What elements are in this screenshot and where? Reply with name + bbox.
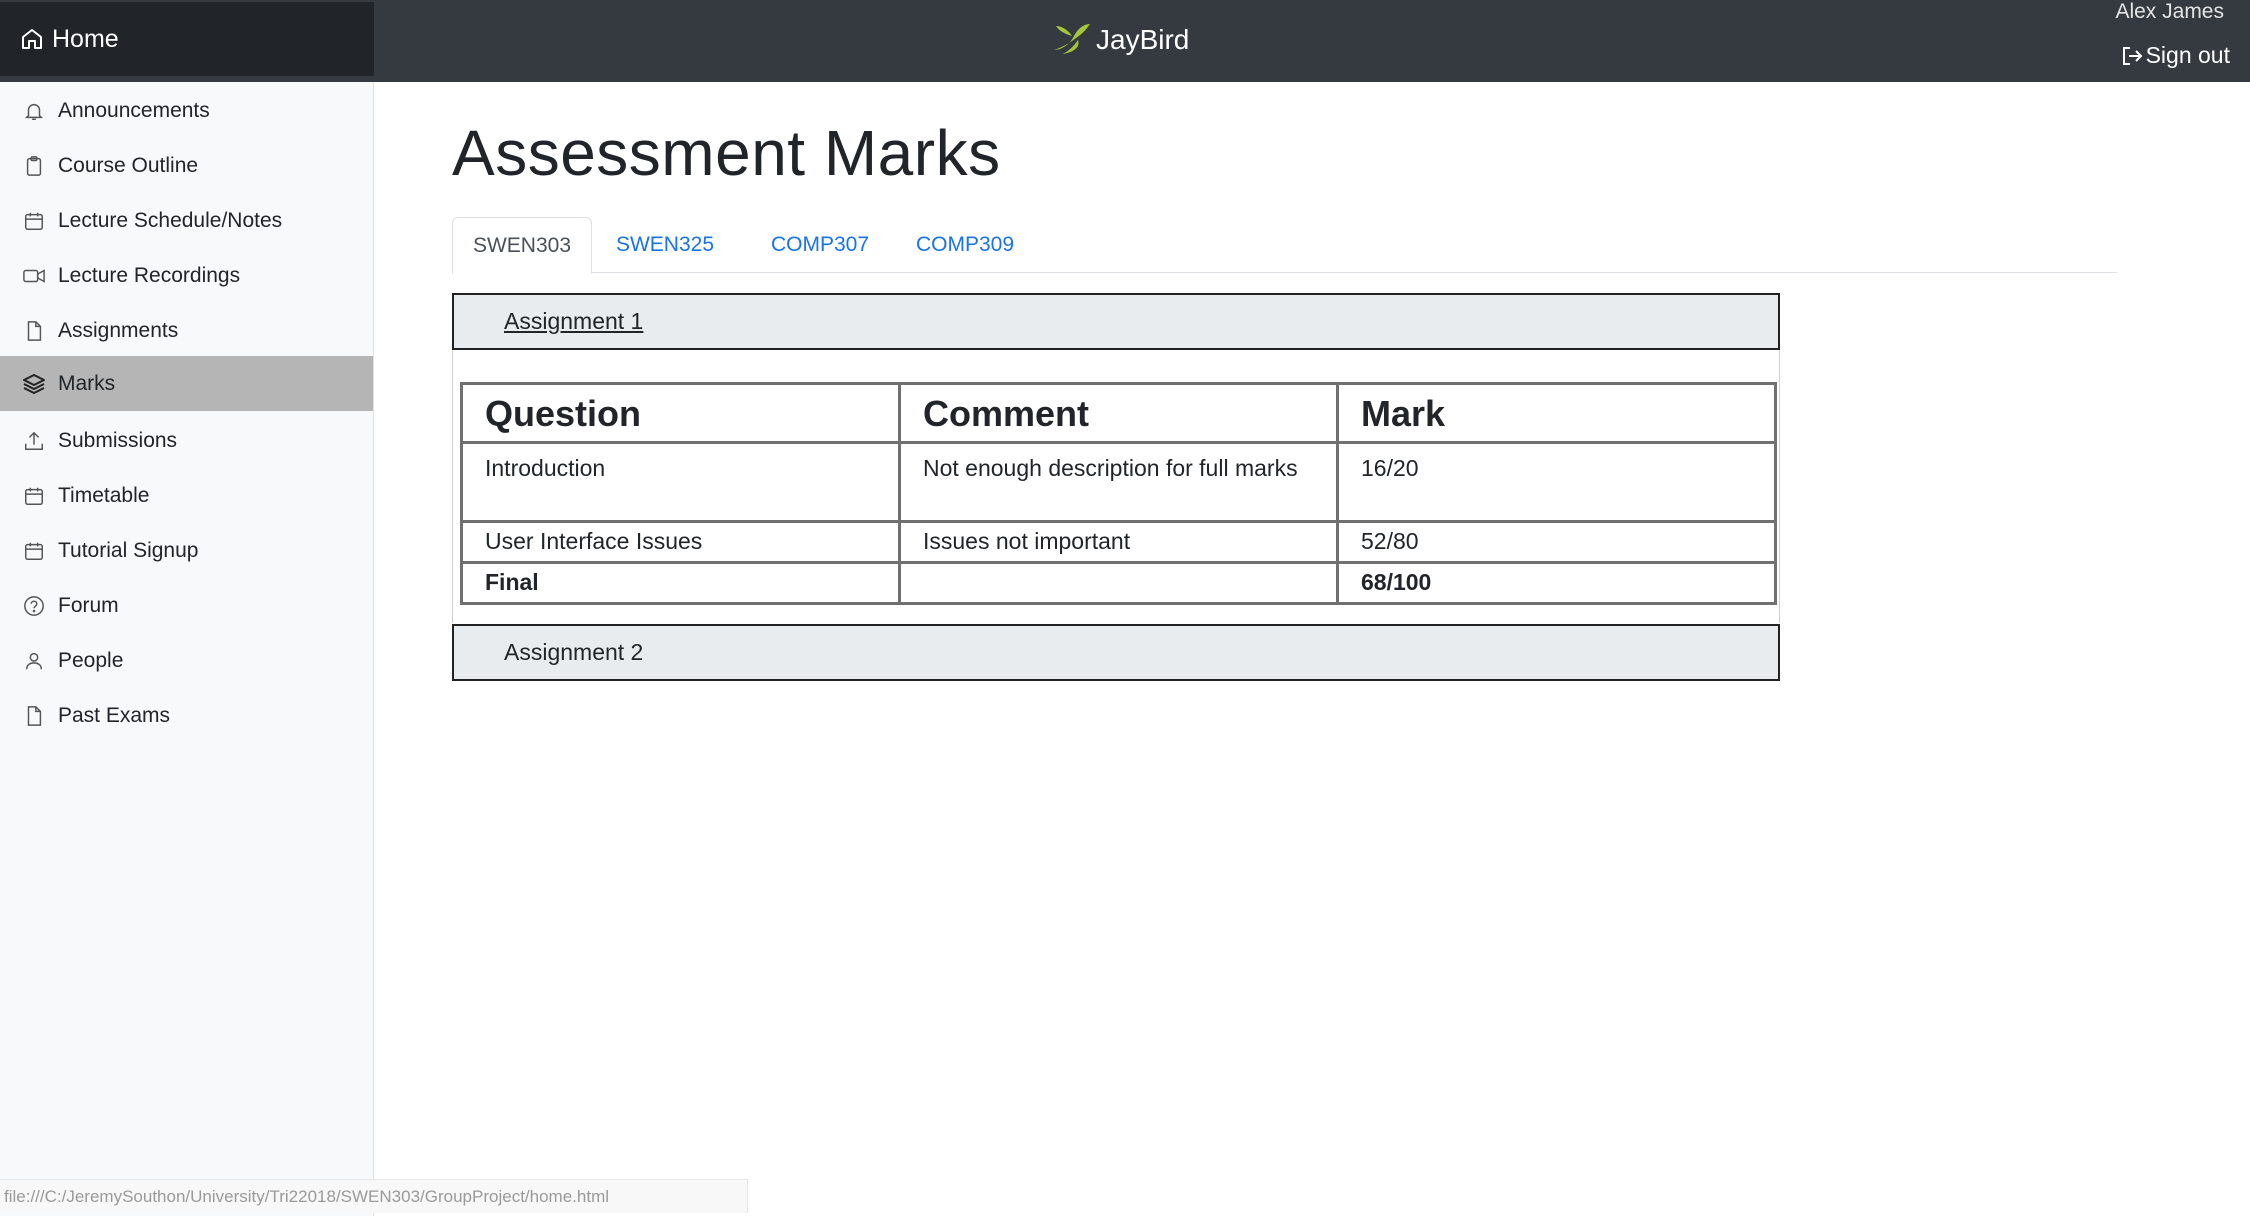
final-label-cell: Final — [460, 561, 901, 605]
sidebar-item-label: Lecture Recordings — [58, 263, 241, 287]
signout-label: Sign out — [2145, 42, 2230, 68]
calendar-icon — [22, 484, 46, 508]
help-circle-icon — [22, 594, 46, 618]
calendar-icon — [22, 209, 46, 233]
sidebar-item-label: Forum — [58, 593, 119, 617]
sidebar-item-past-exams[interactable]: Past Exams — [0, 688, 373, 743]
tab-swen325[interactable]: SWEN325 — [602, 217, 728, 272]
sidebar-item-course-outline[interactable]: Course Outline — [0, 138, 373, 193]
table-header-row: Question Comment Mark — [460, 382, 1777, 444]
marks-table: Question Comment Mark Introduction Not e… — [460, 382, 1777, 605]
sidebar-item-label: People — [58, 648, 124, 672]
home-icon — [20, 26, 46, 52]
sidebar-item-label: Past Exams — [58, 703, 171, 727]
sidebar-item-label: Assignments — [58, 318, 179, 342]
brand-logo[interactable]: JayBird — [1052, 18, 1189, 62]
sidebar: Announcements Course Outline Lecture Sch… — [0, 82, 374, 1216]
final-comment-cell — [898, 561, 1339, 605]
home-label: Home — [52, 24, 119, 53]
sidebar-item-marks[interactable]: Marks — [0, 356, 373, 411]
sidebar-item-submissions[interactable]: Submissions — [0, 413, 373, 468]
column-header-comment: Comment — [898, 382, 1339, 444]
sidebar-item-label: Marks — [58, 371, 116, 395]
file-icon — [22, 704, 46, 728]
signout-button[interactable]: Sign out — [2120, 42, 2230, 69]
home-link[interactable]: Home — [0, 2, 374, 76]
sidebar-item-forum[interactable]: Forum — [0, 578, 373, 633]
final-mark-cell: 68/100 — [1336, 561, 1777, 605]
question-cell: User Interface Issues — [460, 520, 901, 564]
user-name: Alex James — [2115, 0, 2224, 23]
signout-icon — [2120, 44, 2144, 68]
table-row: Introduction Not enough description for … — [460, 441, 1777, 523]
sidebar-item-label: Course Outline — [58, 153, 199, 177]
tab-comp309[interactable]: COMP309 — [900, 217, 1030, 272]
comment-cell: Issues not important — [898, 520, 1339, 564]
layers-icon — [22, 372, 46, 396]
assignment-2-title: Assignment 2 — [504, 639, 644, 665]
status-bar-url: file:///C:/JeremySouthon/University/Tri2… — [0, 1179, 748, 1213]
comment-cell: Not enough description for full marks — [898, 441, 1339, 523]
column-header-question: Question — [460, 382, 901, 444]
top-navbar: Home JayBird Alex James Sign out — [0, 0, 2250, 82]
mark-cell: 52/80 — [1336, 520, 1777, 564]
sidebar-item-announcements[interactable]: Announcements — [0, 83, 373, 138]
final-row: Final 68/100 — [460, 561, 1777, 605]
brand-name: JayBird — [1096, 24, 1190, 55]
file-icon — [22, 319, 46, 343]
tab-swen303[interactable]: SWEN303 — [452, 217, 592, 274]
sidebar-item-people[interactable]: People — [0, 633, 373, 688]
sidebar-item-assignments[interactable]: Assignments — [0, 303, 373, 358]
clipboard-icon — [22, 154, 46, 178]
sidebar-item-label: Announcements — [58, 98, 210, 122]
column-header-mark: Mark — [1336, 382, 1777, 444]
sidebar-item-label: Tutorial Signup — [58, 538, 199, 562]
assignment-1-header[interactable]: Assignment 1 — [452, 293, 1780, 350]
question-cell: Introduction — [460, 441, 901, 523]
sidebar-item-lecture-recordings[interactable]: Lecture Recordings — [0, 248, 373, 303]
sidebar-item-lecture-schedule[interactable]: Lecture Schedule/Notes — [0, 193, 373, 248]
sidebar-item-label: Lecture Schedule/Notes — [58, 208, 283, 232]
video-icon — [22, 264, 46, 288]
sidebar-item-label: Submissions — [58, 428, 178, 452]
sidebar-item-timetable[interactable]: Timetable — [0, 468, 373, 523]
page-title: Assessment Marks — [452, 117, 1001, 189]
calendar-icon — [22, 539, 46, 563]
tab-comp307[interactable]: COMP307 — [756, 217, 884, 272]
course-tabs: SWEN303 SWEN325 COMP307 COMP309 — [452, 217, 2117, 274]
assignment-1-title: Assignment 1 — [504, 308, 644, 334]
jaybird-leaf-icon — [1052, 20, 1092, 61]
sidebar-item-label: Timetable — [58, 483, 150, 507]
sidebar-item-tutorial-signup[interactable]: Tutorial Signup — [0, 523, 373, 578]
assignment-2-header[interactable]: Assignment 2 — [452, 624, 1780, 681]
table-row: User Interface Issues Issues not importa… — [460, 520, 1777, 564]
upload-icon — [22, 429, 46, 453]
user-icon — [22, 649, 46, 673]
mark-cell: 16/20 — [1336, 441, 1777, 523]
bell-icon — [22, 99, 46, 123]
